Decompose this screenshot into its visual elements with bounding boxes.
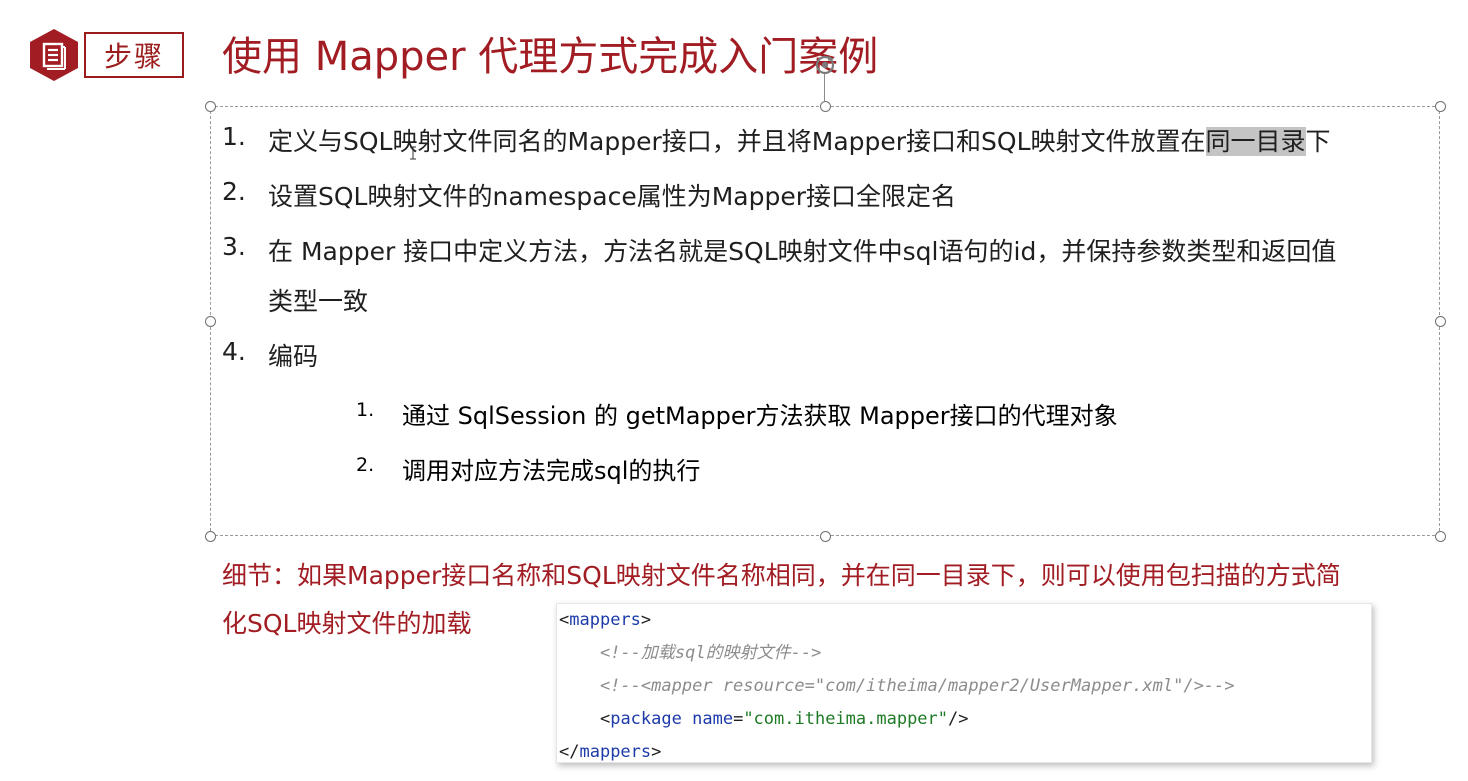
list-item-number: 4. bbox=[222, 337, 246, 366]
code-line: </mappers> bbox=[559, 736, 661, 769]
code-bracket: > bbox=[640, 610, 652, 630]
code-line: <package name="com.itheima.mapper"/> bbox=[559, 703, 969, 736]
resize-handle-top-left[interactable] bbox=[205, 101, 216, 112]
document-icon bbox=[30, 29, 78, 81]
code-bracket: > bbox=[651, 742, 662, 762]
list-item-number: 3. bbox=[222, 232, 246, 261]
list-item-text: 在 Mapper 接口中定义方法，方法名就是SQL映射文件中sql语句的id，并… bbox=[268, 237, 1337, 266]
code-bracket: < bbox=[599, 709, 611, 729]
code-tag: mappers bbox=[579, 742, 652, 762]
code-tag: mappers bbox=[569, 610, 641, 630]
step-label: 步骤 bbox=[84, 32, 184, 78]
list-item-text: 设置SQL映射文件的namespace属性为Mapper接口全限定名 bbox=[268, 182, 957, 211]
slide-canvas: 步骤 使用 Mapper 代理方式完成入门案例 1. 定义与SQL映射文件同名的… bbox=[0, 0, 1468, 781]
rotate-handle-stem bbox=[824, 74, 825, 104]
code-bracket: /> bbox=[948, 709, 969, 729]
code-bracket: < bbox=[559, 610, 570, 630]
code-attribute-value: "com.itheima.mapper" bbox=[743, 709, 949, 729]
list-item-number: 2. bbox=[222, 177, 246, 206]
text-box-selection[interactable] bbox=[210, 106, 1440, 536]
resize-handle-bottom-right[interactable] bbox=[1435, 531, 1446, 542]
code-snippet: <mappers> <!--加载sql的映射文件--> <!--<mapper … bbox=[556, 603, 1372, 763]
code-comment: <!--加载sql的映射文件--> bbox=[599, 643, 822, 663]
resize-handle-bottom-left[interactable] bbox=[205, 531, 216, 542]
code-attribute: name bbox=[692, 709, 734, 729]
list-item-text: 类型一致 bbox=[268, 287, 369, 316]
resize-handle-top-right[interactable] bbox=[1435, 101, 1446, 112]
detail-note-line: 细节：如果Mapper接口名称和SQL映射文件名称相同，并在同一目录下，则可以使… bbox=[222, 561, 1341, 590]
resize-handle-middle-right[interactable] bbox=[1435, 316, 1446, 327]
resize-handle-bottom-middle[interactable] bbox=[820, 531, 831, 542]
code-bracket: </ bbox=[559, 742, 580, 762]
code-tag: package bbox=[610, 709, 682, 729]
rotate-handle-icon[interactable] bbox=[814, 54, 836, 76]
sub-list-item-text: 调用对应方法完成sql的执行 bbox=[402, 457, 701, 485]
resize-handle-top-middle[interactable] bbox=[820, 101, 831, 112]
code-line: <mappers> bbox=[559, 604, 651, 637]
resize-handle-middle-left[interactable] bbox=[205, 316, 216, 327]
text-cursor-icon bbox=[410, 146, 416, 160]
code-line: <!--加载sql的映射文件--> bbox=[559, 637, 821, 670]
highlighted-text: 同一目录 bbox=[1205, 127, 1306, 156]
step-badge: 步骤 bbox=[26, 27, 186, 83]
code-line: <!--<mapper resource="com/itheima/mapper… bbox=[559, 670, 1235, 703]
list-item-text: 定义与SQL映射文件同名的Mapper接口，并且将Mapper接口和SQL映射文… bbox=[268, 122, 1331, 158]
sub-list-item-number: 2. bbox=[356, 454, 375, 476]
sub-list-item-text: 通过 SqlSession 的 getMapper方法获取 Mapper接口的代… bbox=[402, 402, 1118, 430]
list-item-text-end: 下 bbox=[1305, 127, 1331, 156]
page-title[interactable]: 使用 Mapper 代理方式完成入门案例 bbox=[222, 30, 878, 84]
list-item-number: 1. bbox=[222, 122, 246, 151]
sub-list-item-number: 1. bbox=[356, 399, 375, 421]
code-equals: = bbox=[733, 709, 744, 729]
code-comment: <!--<mapper resource="com/itheima/mapper… bbox=[599, 676, 1235, 696]
list-item-text: 编码 bbox=[268, 342, 319, 371]
